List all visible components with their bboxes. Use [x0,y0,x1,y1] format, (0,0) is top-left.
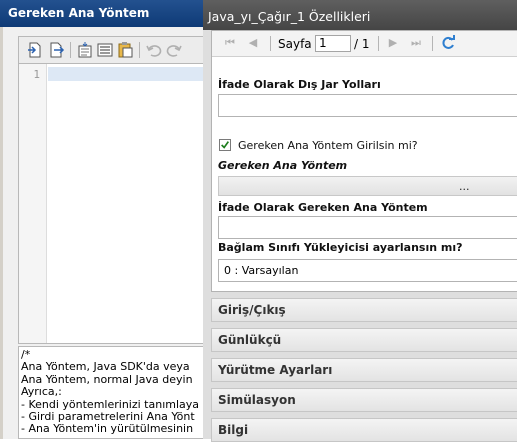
ellipsis-label: ... [459,180,470,193]
page-number-input[interactable]: 1 [315,35,351,52]
main-method-editor-button[interactable]: ... [218,176,517,196]
active-line[interactable] [48,67,210,81]
external-jar-label: İfade Olarak Dış Jar Yolları [218,78,381,91]
description-text: /* Ana Yöntem, Java SDK'da veya Ana Yönt… [18,346,210,439]
main-method-label: Gereken Ana Yöntem [218,159,348,172]
section-simulation[interactable]: Simülasyon [211,388,517,412]
refresh-icon[interactable] [440,35,456,51]
section-logger[interactable]: Günlükçü [211,328,517,352]
page-import-icon[interactable] [26,41,44,59]
line-gutter: 1 [19,64,47,343]
classloader-label: Bağlam Sınıfı Yükleyicisi ayarlansın mı? [218,241,463,254]
pager-separator [378,36,379,51]
page-label: Sayfa [278,37,312,51]
pager-toolbar: ⏮ ◀ Sayfa 1 / 1 ▶ ⏭ [212,31,517,57]
pager-separator [270,36,271,51]
main-method-expr-label: İfade Olarak Gereken Ana Yöntem [218,201,428,214]
list-icon[interactable] [96,41,114,59]
main-method-dialog: Gereken Ana Yöntem 1 /* Ana Yöntem, Java… [0,0,211,439]
next-page-icon[interactable]: ▶ [385,35,401,51]
undo-icon[interactable] [145,41,163,59]
page-total: / 1 [354,37,370,51]
clipboard-icon[interactable] [116,41,134,59]
properties-dialog: Java_yı_Çağır_1 Özellikleri ⏮ ◀ Sayfa 1 … [203,0,517,442]
editor-toolbar [18,36,210,64]
toolbar-separator [139,42,140,58]
main-method-checkbox[interactable] [219,139,231,151]
dialog-title: Gereken Ana Yöntem [0,0,210,27]
redo-icon[interactable] [165,41,183,59]
page-export-icon[interactable] [47,41,65,59]
check-icon [221,141,230,149]
main-method-checkbox-label: Gereken Ana Yöntem Girilsin mi? [238,139,418,152]
toolbar-separator [70,42,71,58]
line-number: 1 [33,68,40,81]
main-method-expr-input[interactable] [218,216,517,239]
classloader-select[interactable]: 0 : Varsayılan [218,259,517,282]
insert-icon[interactable] [76,41,94,59]
dialog-frame [0,27,3,439]
pager-separator [432,36,433,51]
code-editor[interactable]: 1 [18,64,210,344]
section-execution-settings[interactable]: Yürütme Ayarları [211,358,517,382]
prev-page-icon[interactable]: ◀ [245,35,261,51]
section-info[interactable]: Bilgi [211,418,517,442]
last-page-icon[interactable]: ⏭ [408,35,424,51]
section-io[interactable]: Giriş/Çıkış [211,298,517,322]
dialog-title: Java_yı_Çağır_1 Özellikleri [203,0,517,30]
external-jar-input[interactable] [218,94,517,117]
first-page-icon[interactable]: ⏮ [222,35,238,51]
properties-panel: ⏮ ◀ Sayfa 1 / 1 ▶ ⏭ İfade Olarak Dış Jar… [211,30,517,292]
